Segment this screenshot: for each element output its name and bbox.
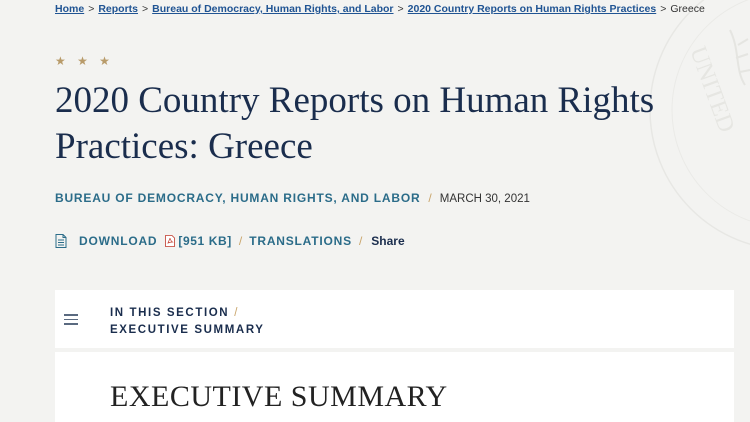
action-separator: / xyxy=(238,234,243,248)
document-icon xyxy=(55,234,67,248)
breadcrumb: Home > Reports > Bureau of Democracy, Human … xyxy=(55,3,705,15)
in-this-section-bar: IN THIS SECTION / EXECUTIVE SUMMARY xyxy=(55,290,734,348)
publish-date: MARCH 30, 2021 xyxy=(439,193,530,205)
report-meta: BUREAU OF DEMOCRACY, HUMAN RIGHTS, AND L… xyxy=(55,191,530,205)
pdf-file-icon xyxy=(165,235,176,247)
bureau-link[interactable]: BUREAU OF DEMOCRACY, HUMAN RIGHTS, AND L… xyxy=(55,191,420,205)
hamburger-menu-icon[interactable] xyxy=(64,314,78,325)
breadcrumb-current: Greece xyxy=(670,3,705,15)
current-section-label: EXECUTIVE SUMMARY xyxy=(110,324,265,336)
breadcrumb-link-reports[interactable]: Reports xyxy=(98,3,138,15)
breadcrumb-separator: > xyxy=(397,3,404,15)
breadcrumb-separator: > xyxy=(88,3,95,15)
breadcrumb-link-bureau[interactable]: Bureau of Democracy, Human Rights, and L… xyxy=(152,3,393,15)
download-link[interactable]: DOWNLOAD xyxy=(79,234,157,248)
share-button[interactable]: Share xyxy=(371,234,404,248)
meta-separator: / xyxy=(428,191,432,205)
stars-decoration: ★ ★ ★ xyxy=(55,54,114,68)
action-separator: / xyxy=(358,234,363,248)
content-area: EXECUTIVE SUMMARY xyxy=(55,352,734,422)
section-label[interactable]: IN THIS SECTION / EXECUTIVE SUMMARY xyxy=(110,305,265,339)
file-size[interactable]: [951 KB] xyxy=(178,234,231,248)
in-this-section-label: IN THIS SECTION xyxy=(110,307,230,319)
report-actions: DOWNLOAD [951 KB] / TRANSLATIONS / Share xyxy=(55,234,405,248)
breadcrumb-separator: > xyxy=(142,3,149,15)
breadcrumb-link-home[interactable]: Home xyxy=(55,3,84,15)
section-heading: EXECUTIVE SUMMARY xyxy=(110,380,448,413)
breadcrumb-link-country-reports[interactable]: 2020 Country Reports on Human Rights Pra… xyxy=(408,3,657,15)
breadcrumb-separator: > xyxy=(660,3,667,15)
section-separator: / xyxy=(234,307,239,319)
translations-link[interactable]: TRANSLATIONS xyxy=(249,234,352,248)
page-title: 2020 Country Reports on Human Rights Pra… xyxy=(55,80,655,167)
